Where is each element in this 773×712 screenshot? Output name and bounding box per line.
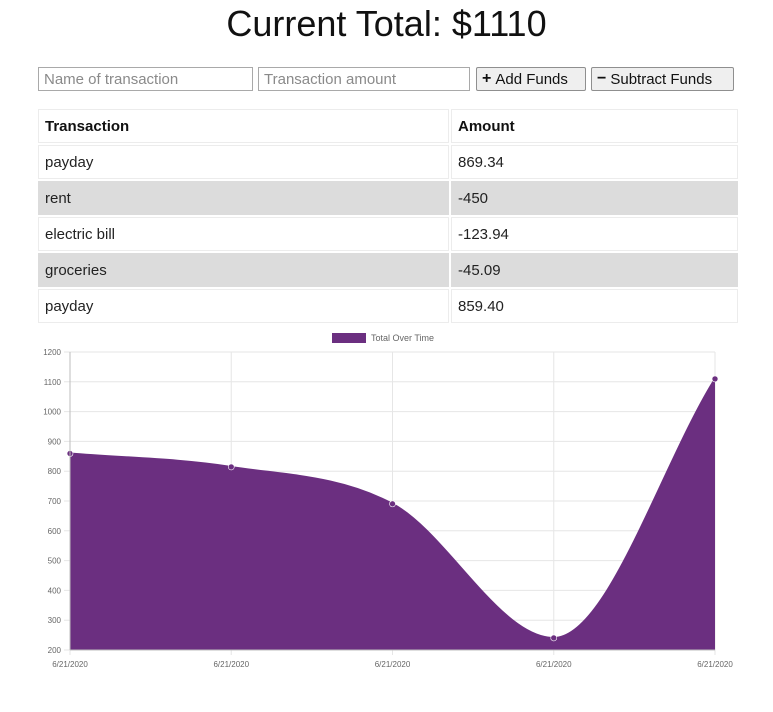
transaction-name: payday [38, 145, 449, 179]
y-tick-label: 1100 [44, 378, 62, 387]
add-funds-label: Add Funds [495, 70, 568, 88]
y-tick-label: 600 [48, 527, 62, 536]
transaction-name-input[interactable] [38, 67, 253, 91]
subtract-funds-button[interactable]: − Subtract Funds [591, 67, 734, 91]
data-point [227, 463, 235, 471]
transaction-name: payday [38, 289, 449, 323]
y-tick-label: 300 [48, 616, 62, 625]
y-tick-label: 1200 [43, 348, 61, 357]
table-header-row: Transaction Amount [38, 109, 738, 143]
x-tick-label: 6/21/2020 [213, 660, 249, 669]
y-tick-label: 700 [48, 497, 62, 506]
legend-swatch [332, 333, 366, 343]
data-point [389, 500, 396, 508]
page-title: Current Total: $1110 [226, 3, 547, 44]
plus-icon: + [482, 70, 492, 87]
transaction-name: rent [38, 181, 449, 215]
transaction-amount: -123.94 [451, 217, 738, 251]
table-row: payday 869.34 [38, 145, 738, 179]
transaction-name: groceries [38, 253, 449, 287]
y-tick-label: 400 [48, 586, 62, 595]
total-over-time-chart: 200 300 400 500 600 700 800 900 1000 1100 1200 6/21… [43, 333, 733, 669]
x-tick-label: 6/21/2020 [536, 660, 572, 669]
transaction-amount: -45.09 [451, 253, 738, 287]
subtract-funds-label: Subtract Funds [610, 70, 713, 88]
y-tick-label: 800 [48, 467, 62, 476]
y-tick-label: 200 [48, 646, 62, 655]
header-transaction: Transaction [38, 109, 449, 143]
table-row: payday 859.40 [38, 289, 738, 323]
transaction-name: electric bill [38, 217, 449, 251]
minus-icon: − [597, 70, 607, 87]
add-funds-button[interactable]: + Add Funds [476, 67, 586, 91]
header-amount: Amount [451, 109, 738, 143]
data-point [711, 375, 719, 383]
transaction-amount: 859.40 [451, 289, 738, 323]
x-tick-label: 6/21/2020 [52, 660, 88, 669]
chart-legend: Total Over Time [332, 333, 434, 343]
legend-label: Total Over Time [371, 333, 434, 343]
x-tick-label: 6/21/2020 [375, 660, 411, 669]
y-tick-label: 900 [48, 437, 62, 446]
table-row: groceries -45.09 [38, 253, 738, 287]
data-point [550, 634, 558, 642]
table-row: electric bill -123.94 [38, 217, 738, 251]
table-row: rent -450 [38, 181, 738, 215]
transaction-amount-input[interactable] [258, 67, 470, 91]
y-tick-label: 500 [48, 557, 62, 566]
transaction-amount: -450 [451, 181, 738, 215]
x-tick-label: 6/21/2020 [697, 660, 733, 669]
y-tick-label: 1000 [43, 408, 61, 417]
transaction-amount: 869.34 [451, 145, 738, 179]
transactions-table: Transaction Amount payday 869.34 rent -4… [36, 107, 740, 325]
